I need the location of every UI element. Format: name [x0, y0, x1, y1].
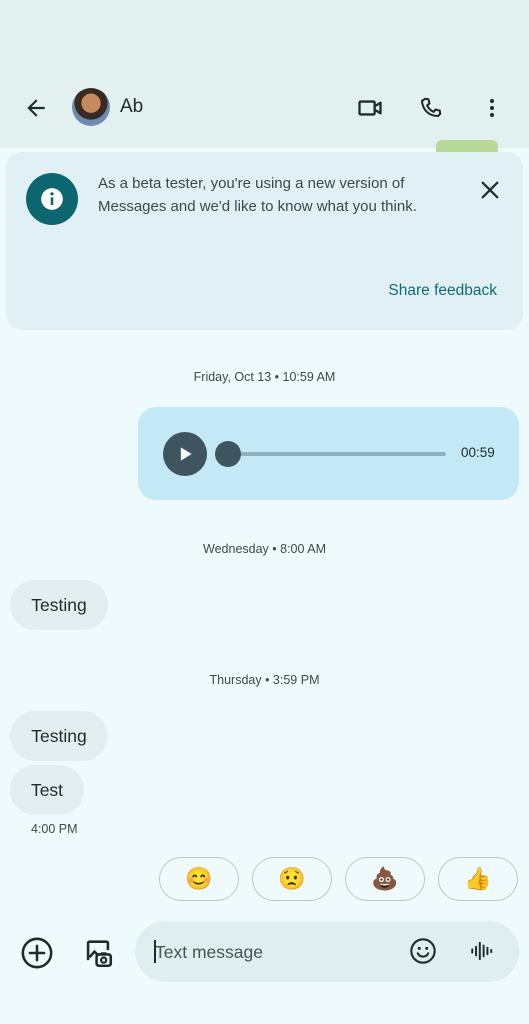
back-button[interactable]	[16, 88, 56, 128]
audio-duration: 00:59	[461, 445, 495, 460]
date-divider: Thursday • 3:59 PM	[209, 673, 320, 687]
close-banner-button[interactable]	[474, 174, 506, 206]
reaction-smile-button[interactable]: 😊	[159, 857, 239, 901]
contact-name[interactable]: Ab	[120, 96, 143, 118]
more-options-button[interactable]	[472, 88, 512, 128]
arrow-back-icon	[27, 99, 45, 117]
message-bubble[interactable]: Testing	[10, 580, 108, 630]
text-cursor	[154, 940, 156, 963]
reaction-worried-button[interactable]: 😟	[252, 857, 332, 901]
gallery-button[interactable]	[77, 932, 119, 974]
phone-icon	[420, 97, 442, 118]
audio-scrub-handle[interactable]	[215, 441, 241, 467]
gallery-icon	[86, 940, 113, 968]
date-divider: Wednesday • 8:00 AM	[203, 542, 326, 556]
more-vert-icon	[490, 99, 494, 117]
message-input[interactable]	[155, 940, 395, 964]
banner-message: As a beta tester, you're using a new ver…	[98, 175, 417, 215]
audio-message[interactable]: 00:59	[138, 407, 519, 500]
close-icon	[481, 181, 499, 199]
emoji-button[interactable]	[403, 931, 443, 971]
beta-banner: As a beta tester, you're using a new ver…	[6, 152, 523, 330]
top-app-bar: Ab	[0, 66, 529, 148]
message-bubble[interactable]: Testing	[10, 711, 108, 761]
audio-progress-track[interactable]	[228, 452, 446, 456]
play-button[interactable]	[163, 432, 207, 476]
phone-call-button[interactable]	[411, 88, 451, 128]
reaction-thumbs-up-button[interactable]: 👍	[438, 857, 518, 901]
voice-wave-icon	[471, 941, 493, 961]
message-timestamp: 4:00 PM	[31, 822, 78, 836]
voice-message-button[interactable]	[462, 931, 502, 971]
emoji-icon	[410, 938, 436, 964]
compose-bar	[135, 921, 519, 982]
add-attachment-button[interactable]	[16, 932, 58, 974]
video-call-icon	[358, 100, 382, 116]
share-feedback-link[interactable]: Share feedback	[388, 282, 497, 300]
video-call-button[interactable]	[350, 88, 390, 128]
message-bubble[interactable]: Test	[10, 765, 84, 815]
play-icon	[180, 447, 192, 461]
date-divider: Friday, Oct 13 • 10:59 AM	[193, 370, 336, 384]
add-circle-icon	[21, 937, 53, 969]
status-bar	[0, 0, 529, 66]
info-icon	[26, 173, 78, 225]
avatar[interactable]	[72, 88, 110, 126]
reaction-poo-button[interactable]: 💩	[345, 857, 425, 901]
